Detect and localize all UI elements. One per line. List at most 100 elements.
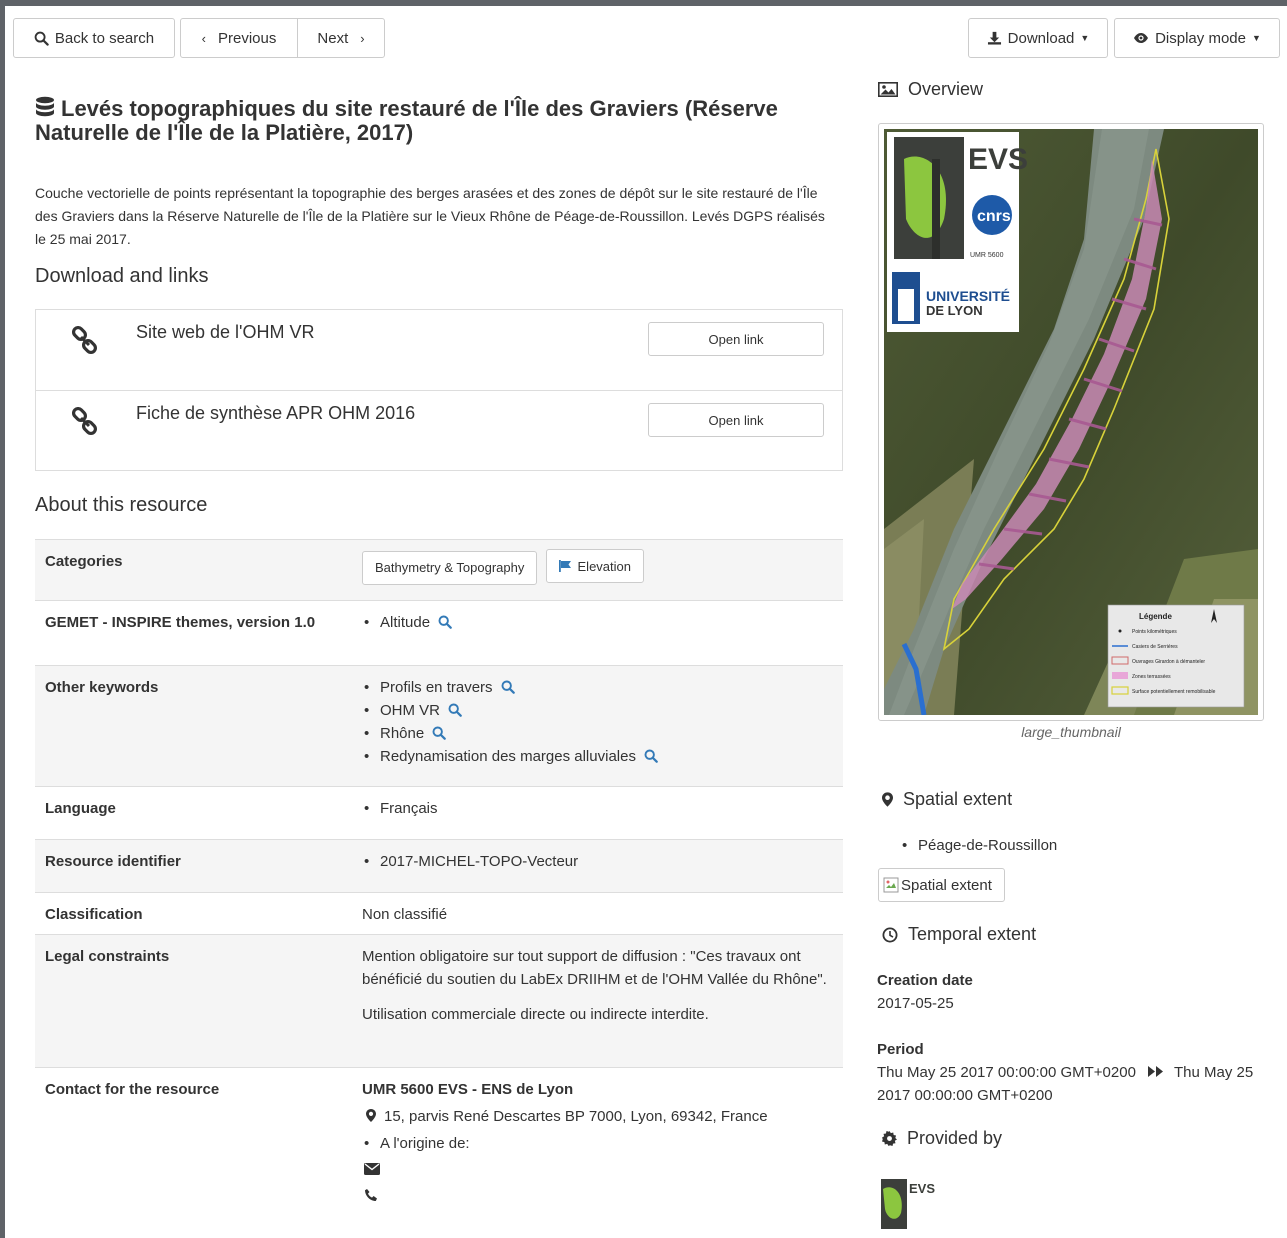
legend-item: Ouvrages Girardon à démanteler <box>1132 659 1205 665</box>
list-item: A l'origine de: <box>362 1132 835 1155</box>
back-to-search-button[interactable]: Back to search <box>13 18 175 58</box>
list-item: 2017-MICHEL-TOPO-Vecteur <box>362 850 835 873</box>
provided-by-label: Provided by <box>907 1128 1003 1148</box>
envelope-icon[interactable] <box>364 1163 380 1175</box>
table-row: Language Français <box>35 787 843 840</box>
eye-icon <box>1134 33 1149 43</box>
category-tag[interactable]: Bathymetry & Topography <box>362 550 538 585</box>
chevron-left-icon: ‹ <box>201 30 206 46</box>
thumbnail-univ-text: UNIVERSITÉ <box>926 288 1010 304</box>
contact-address: 15, parvis René Descartes BP 7000, Lyon,… <box>362 1105 835 1128</box>
spatial-places: Péage-de-Roussillon <box>900 834 1057 857</box>
list-item: Péage-de-Roussillon <box>900 834 1057 857</box>
identifier-label: Resource identifier <box>45 853 181 870</box>
search-icon <box>34 31 49 46</box>
keywords-label: Other keywords <box>45 679 159 696</box>
open-link-button[interactable]: Open link <box>648 322 824 356</box>
contact-value: UMR 5600 EVS - ENS de Lyon 15, parvis Re… <box>353 1068 843 1228</box>
search-icon[interactable] <box>501 680 515 694</box>
search-icon[interactable] <box>432 726 447 740</box>
keyword-text: Altitude <box>380 614 431 631</box>
contact-org: UMR 5600 EVS - ENS de Lyon <box>362 1081 574 1098</box>
search-icon[interactable] <box>448 703 462 717</box>
list-item: Altitude <box>362 611 835 634</box>
creation-date-value: 2017-05-25 <box>877 995 954 1012</box>
chevron-right-icon: › <box>360 30 365 46</box>
classification-label: Classification <box>45 906 143 923</box>
keyword-text: OHM VR <box>380 702 440 719</box>
category-label: Bathymetry & Topography <box>375 560 525 575</box>
keyword-text: Profils en travers <box>380 679 493 696</box>
caret-down-icon: ▼ <box>1251 33 1261 43</box>
legend-item: Zones terrassées <box>1132 674 1171 680</box>
record-page: Back to search ‹ Previous Next › Downloa… <box>5 6 1287 1238</box>
provided-by-heading: Provided by <box>882 1128 1002 1149</box>
overview-heading: Overview <box>878 79 983 100</box>
legend-item: Casiers de Serriéres <box>1132 644 1178 650</box>
classification-value: Non classifié <box>362 906 448 923</box>
categories-value: Bathymetry & Topography Elevation <box>353 540 843 600</box>
legal-text: Mention obligatoire sur tout support de … <box>362 948 827 988</box>
thumbnail-frame[interactable]: EVS cnrs UMR 5600 UNIVERSITÉ DE LYON Lég… <box>878 123 1264 721</box>
thumbnail-sub-text: UMR 5600 <box>970 252 1004 259</box>
download-icon <box>987 31 1001 45</box>
open-link-button[interactable]: Open link <box>648 403 824 437</box>
record-abstract: Couche vectorielle de points représentan… <box>35 185 825 247</box>
contact-label: Contact for the resource <box>45 1081 220 1098</box>
legend-item: Surface potentiellement remobilisable <box>1132 689 1216 695</box>
thumbnail-cnrs-text: cnrs <box>977 208 1011 225</box>
next-button[interactable]: Next › <box>297 18 385 58</box>
table-row: GEMET - INSPIRE themes, version 1.0 Alti… <box>35 601 843 666</box>
legal-text: Utilisation commerciale directe ou indir… <box>362 1006 709 1023</box>
legal-value: Mention obligatoire sur tout support de … <box>353 935 843 1067</box>
search-icon[interactable] <box>438 615 452 629</box>
table-row: Classification Non classifié <box>35 893 843 935</box>
keywords-value: Profils en travers OHM VR Rhône Redynami… <box>353 666 843 786</box>
list-item: Français <box>362 797 835 820</box>
table-row: Categories Bathymetry & Topography Eleva… <box>35 540 843 601</box>
title-text: Levés topographiques du site restauré de… <box>35 96 778 145</box>
list-item: OHM VR <box>362 699 835 722</box>
image-icon <box>878 82 898 97</box>
temporal-extent-heading: Temporal extent <box>882 924 1036 945</box>
thumbnail-caption: large_thumbnail <box>1021 724 1121 740</box>
search-icon[interactable] <box>644 749 658 763</box>
list-item: Rhône <box>362 722 835 745</box>
download-label: Download <box>1007 29 1075 47</box>
thumbnail-univ-text-2: DE LYON <box>926 303 983 318</box>
link-icon <box>71 326 98 355</box>
phone-icon[interactable] <box>364 1188 378 1202</box>
list-item: Redynamisation des marges alluviales <box>362 745 835 768</box>
links-panel: Site web de l'OHM VR Open link Fiche de … <box>35 309 843 471</box>
download-dropdown[interactable]: Download ▼ <box>968 18 1108 58</box>
previous-button[interactable]: ‹ Previous <box>180 18 298 58</box>
spatial-extent-label: Spatial extent <box>903 789 1013 809</box>
legend-item: Points kilométriques <box>1132 629 1177 635</box>
about-table: Categories Bathymetry & Topography Eleva… <box>35 539 843 1228</box>
categories-label: Categories <box>45 553 123 570</box>
link-item: Fiche de synthèse APR OHM 2016 Open link <box>36 390 842 470</box>
creation-date-label: Creation date <box>877 972 973 989</box>
link-item: Site web de l'OHM VR Open link <box>36 310 842 390</box>
table-row: Resource identifier 2017-MICHEL-TOPO-Vec… <box>35 840 843 893</box>
spatial-extent-image[interactable]: Spatial extent <box>878 868 1005 902</box>
period-value: Thu May 25 2017 00:00:00 GMT+0200 Thu Ma… <box>877 1061 1272 1107</box>
back-to-search-label: Back to search <box>54 29 155 47</box>
legend-title: Légende <box>1139 612 1172 621</box>
gemet-label: GEMET - INSPIRE themes, version 1.0 <box>45 614 316 631</box>
database-icon <box>36 96 54 117</box>
language-value: Français <box>353 787 843 839</box>
table-row: Other keywords Profils en travers OHM VR… <box>35 666 843 787</box>
table-row: Legal constraints Mention obligatoire su… <box>35 935 843 1068</box>
link-label: Fiche de synthèse APR OHM 2016 <box>136 403 416 423</box>
download-links-heading: Download and links <box>35 265 209 287</box>
clock-icon <box>882 927 898 942</box>
category-tag[interactable]: Elevation <box>545 549 644 583</box>
display-mode-dropdown[interactable]: Display mode ▼ <box>1114 18 1280 58</box>
table-row: Contact for the resource UMR 5600 EVS - … <box>35 1068 843 1228</box>
list-item: Profils en travers <box>362 676 835 699</box>
provider-logo[interactable]: EVS <box>877 1173 935 1231</box>
record-header: Levés topographiques du site restauré de… <box>35 96 815 145</box>
page-title: Levés topographiques du site restauré de… <box>35 96 815 145</box>
provider-logo-image: EVS <box>881 1179 935 1229</box>
